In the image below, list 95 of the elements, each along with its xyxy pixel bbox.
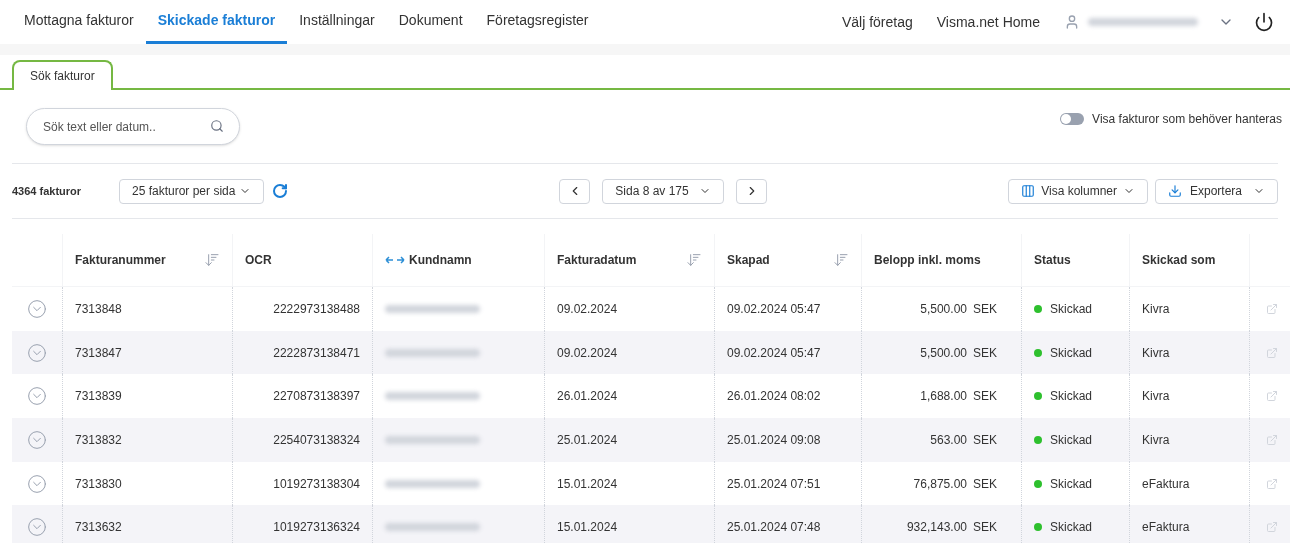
table-cell-text: 1019273138304 (273, 475, 360, 493)
table-cell-text: 7313848 (75, 300, 122, 318)
table-cell-text: Kivra (1142, 431, 1170, 449)
columns-button[interactable]: Visa kolumner (1008, 178, 1148, 204)
table-cell-text: 2254073138324 (273, 431, 360, 449)
table-cell-text: 2222873138471 (273, 344, 360, 362)
expand-row-icon[interactable] (27, 473, 47, 494)
table-cell-text: 5,500.00 (920, 300, 967, 318)
table-cell-text: 15.01.2024 (557, 519, 618, 537)
power-icon[interactable] (1254, 12, 1274, 32)
table-cell-text: 563.00 (930, 431, 967, 449)
expand-row-icon[interactable] (27, 386, 47, 407)
download-icon (1168, 184, 1182, 198)
table-cell-text: 7313839 (75, 388, 122, 406)
currency-label: SEK (973, 475, 997, 493)
table-cell-text: 26.01.2024 (557, 388, 618, 406)
table-cell-text: 09.02.2024 (557, 344, 618, 362)
table-cell-text: 25.01.2024 (557, 431, 618, 449)
table-cell-text: 25.01.2024 07:51 (727, 475, 821, 493)
external-link-icon[interactable] (1266, 346, 1278, 359)
table-cell-text: 7313847 (75, 344, 122, 362)
sort-icon[interactable] (686, 252, 702, 268)
nav-tab[interactable]: Inställningar (287, 0, 387, 44)
invoice-count: 4364 fakturor (12, 183, 83, 199)
status-label: Skickad (1050, 431, 1093, 449)
table-cell-text: Kivra (1142, 300, 1170, 318)
per-page-dropdown[interactable]: 25 fakturor per sida (119, 178, 265, 204)
table-cell-text: 15.01.2024 (557, 475, 618, 493)
column-header: Skickad som (1142, 252, 1216, 269)
status-label: Skickad (1050, 519, 1093, 537)
toggle-switch[interactable] (1060, 112, 1085, 125)
refresh-icon[interactable] (272, 183, 289, 199)
column-header: Fakturanummer (75, 252, 166, 269)
column-header: OCR (245, 252, 272, 269)
user-icon (1064, 14, 1080, 30)
table-cell-text: 26.01.2024 08:02 (727, 388, 821, 406)
table-cell-text: 1,688.00 (920, 388, 967, 406)
nav-link[interactable]: Visma.net Home (924, 0, 1052, 44)
column-header: Belopp inkl. moms (874, 252, 981, 269)
status-label: Skickad (1050, 344, 1093, 362)
table-cell-text: 09.02.2024 (557, 300, 618, 318)
external-link-icon[interactable] (1266, 390, 1278, 403)
table-cell-text: 2222973138488 (273, 300, 360, 318)
column-header: Status (1034, 252, 1071, 269)
table-cell-text: 25.01.2024 09:08 (727, 431, 821, 449)
expand-row-icon[interactable] (27, 342, 47, 363)
search-field[interactable]: Sök text eller datum.. (26, 108, 240, 145)
tab[interactable]: Sök fakturor (12, 60, 113, 90)
table-cell-text: 7313832 (75, 431, 122, 449)
expand-row-icon[interactable] (27, 298, 47, 319)
currency-label: SEK (973, 431, 997, 449)
export-button[interactable]: Exportera (1155, 178, 1278, 204)
table-cell-text: 2270873138397 (273, 388, 360, 406)
nav-tab[interactable]: Mottagna fakturor (12, 0, 146, 44)
nav-tab[interactable]: Dokument (386, 0, 475, 44)
nav-tab[interactable]: Företagsregister (474, 0, 601, 44)
table-cell-text: 932,143.00 (906, 519, 967, 537)
currency-label: SEK (973, 519, 997, 537)
external-link-icon[interactable] (1266, 433, 1278, 446)
table-cell-text: Kivra (1142, 344, 1170, 362)
external-link-icon[interactable] (1266, 477, 1278, 490)
currency-label: SEK (973, 344, 997, 362)
column-header: Fakturadatum (557, 252, 637, 269)
status-label: Skickad (1050, 300, 1093, 318)
status-label: Skickad (1050, 388, 1093, 406)
expand-row-icon[interactable] (27, 517, 47, 538)
swap-arrows-icon[interactable] (385, 256, 405, 264)
table-cell-text: Kivra (1142, 388, 1170, 406)
status-label: Skickad (1050, 475, 1093, 493)
table-cell-text: 5,500.00 (920, 344, 967, 362)
table-cell-text: eFaktura (1142, 519, 1190, 537)
table-cell-text: 25.01.2024 07:48 (727, 519, 821, 537)
currency-label: SEK (973, 388, 997, 406)
table-cell-text: 7313830 (75, 475, 122, 493)
toggle-label: Visa fakturor som behöver hanteras (1092, 110, 1282, 128)
expand-row-icon[interactable] (27, 429, 47, 450)
external-link-icon[interactable] (1266, 521, 1278, 534)
table-cell-text: 09.02.2024 05:47 (727, 344, 821, 362)
table-cell-text: 7313632 (75, 519, 122, 537)
nav-link[interactable]: Välj företag (829, 0, 925, 44)
column-header: Kundnamn (409, 252, 472, 269)
page-dropdown[interactable]: Sida 8 av 175 (602, 178, 725, 204)
column-header: Skapad (727, 252, 770, 269)
table-cell-text: 76,875.00 (913, 475, 967, 493)
table-cell-text: eFaktura (1142, 475, 1190, 493)
columns-icon (1021, 184, 1036, 198)
search-icon[interactable] (210, 119, 224, 133)
next-page-button[interactable] (736, 178, 768, 204)
external-link-icon[interactable] (1266, 302, 1278, 315)
table-cell-text: 09.02.2024 05:47 (727, 300, 821, 318)
sort-icon[interactable] (204, 252, 220, 268)
table-cell-text: 1019273136324 (273, 519, 360, 537)
sort-icon[interactable] (833, 252, 849, 268)
currency-label: SEK (973, 300, 997, 318)
previous-page-button[interactable] (559, 178, 591, 204)
